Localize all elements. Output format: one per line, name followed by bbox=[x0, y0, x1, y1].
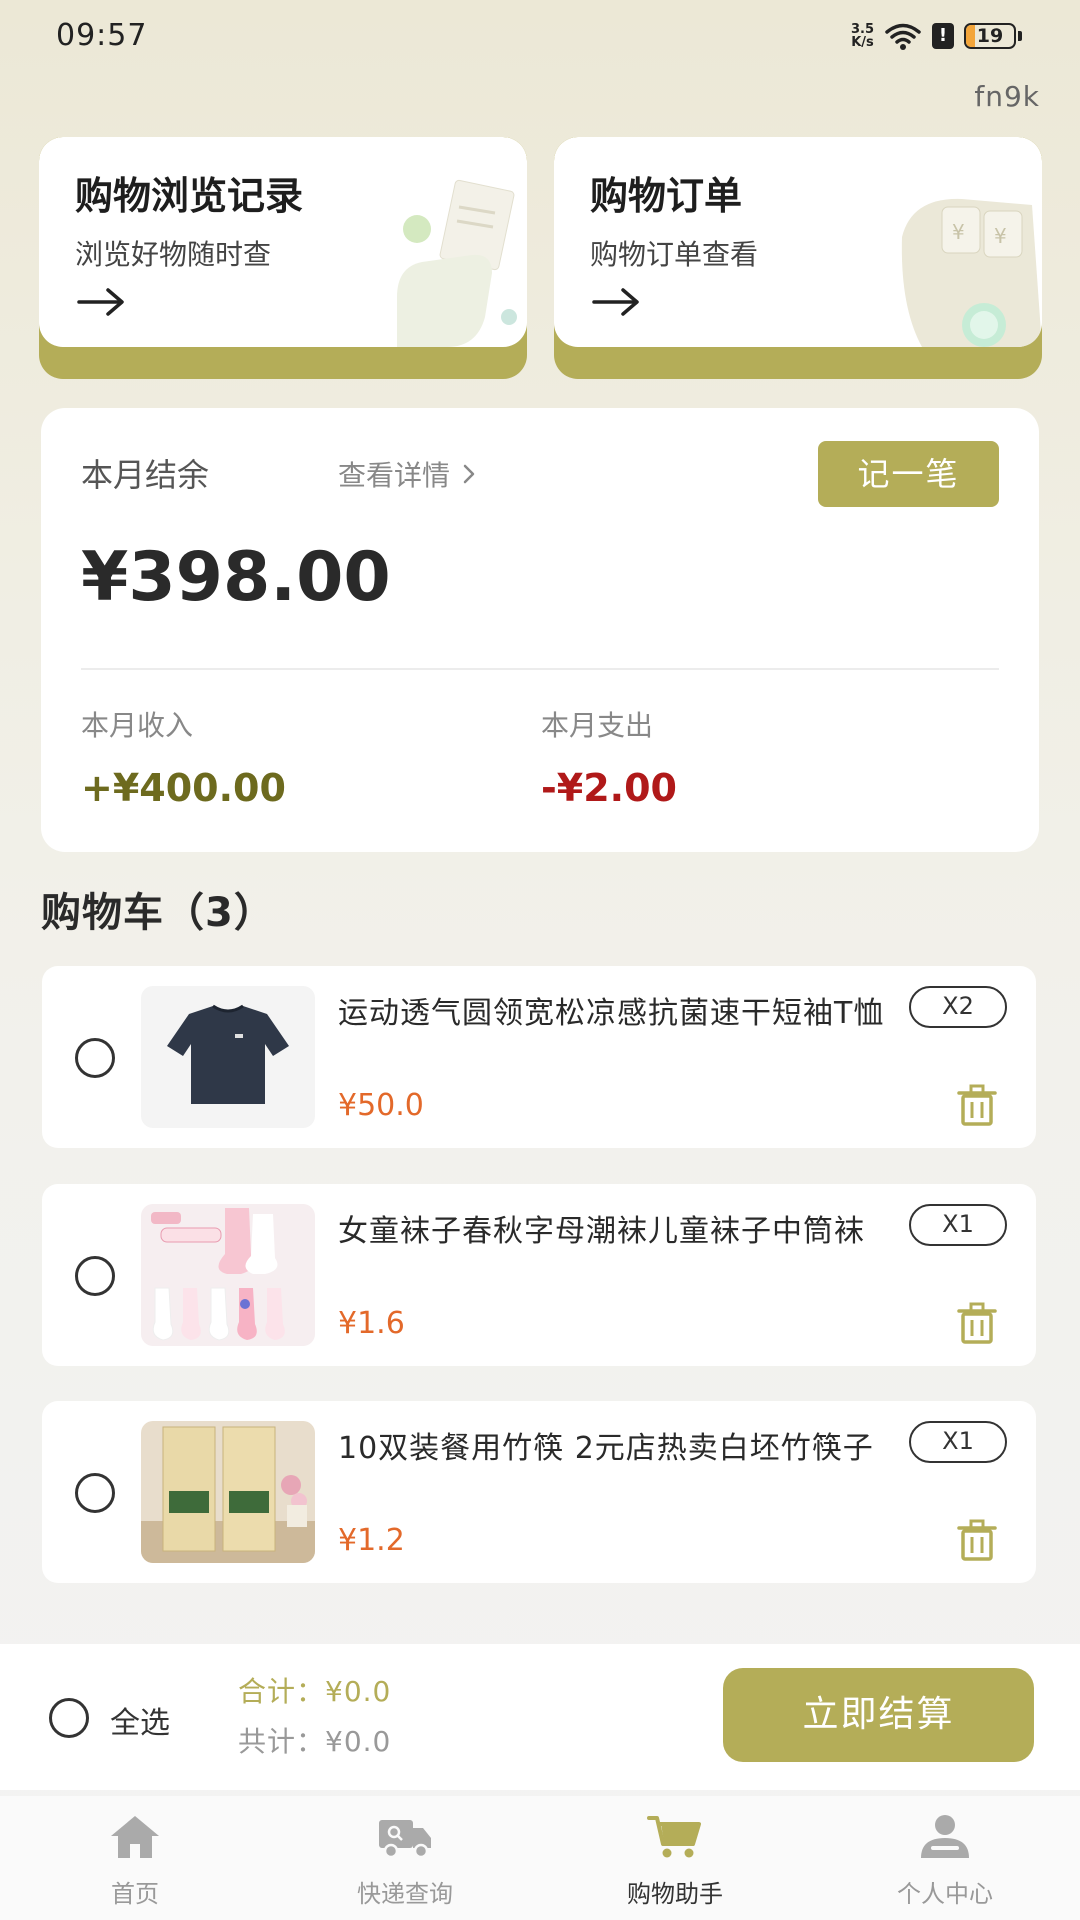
tab-express-query[interactable]: 快递查询 bbox=[270, 1796, 540, 1920]
trash-icon[interactable] bbox=[957, 1302, 997, 1344]
view-details-link[interactable]: 查看详情 bbox=[338, 454, 476, 494]
orders-card[interactable]: ¥ ¥ 购物订单 购物订单查看 bbox=[554, 137, 1042, 379]
expense-label: 本月支出 bbox=[541, 709, 654, 742]
wifi-icon bbox=[885, 23, 921, 50]
product-image-socks[interactable] bbox=[141, 1204, 315, 1346]
item-select-radio[interactable] bbox=[75, 1256, 115, 1296]
select-all-radio[interactable] bbox=[49, 1698, 89, 1738]
item-quantity-badge: X2 bbox=[909, 986, 1007, 1028]
cart-item[interactable]: 10双装餐用竹筷 2元店热卖白坯竹筷子 X1 ¥1.2 bbox=[42, 1401, 1036, 1583]
status-time: 09:57 bbox=[56, 18, 148, 53]
select-all-label[interactable]: 全选 bbox=[110, 1698, 170, 1742]
item-select-radio[interactable] bbox=[75, 1473, 115, 1513]
item-select-radio[interactable] bbox=[75, 1038, 115, 1078]
monthly-balance-card: 本月结余 查看详情 记一笔 ¥398.00 本月收入 本月支出 +¥400.00… bbox=[41, 408, 1039, 852]
item-quantity-badge: X1 bbox=[909, 1421, 1007, 1463]
tab-label: 个人中心 bbox=[897, 1880, 993, 1908]
orders-subtitle: 购物订单查看 bbox=[590, 238, 759, 271]
item-price: ¥50.0 bbox=[338, 1088, 424, 1123]
record-entry-button[interactable]: 记一笔 bbox=[818, 441, 999, 507]
alert-icon: ! bbox=[932, 23, 954, 49]
income-value: +¥400.00 bbox=[81, 766, 286, 810]
orders-title: 购物订单 bbox=[590, 174, 743, 218]
status-bar: 09:57 3.5 K/s ! 19 bbox=[0, 0, 1080, 72]
tab-label: 首页 bbox=[111, 1880, 159, 1908]
wallet-illustration: ¥ ¥ bbox=[901, 198, 1042, 347]
expense-value: -¥2.00 bbox=[541, 766, 677, 810]
tab-personal-center[interactable]: 个人中心 bbox=[810, 1796, 1080, 1920]
item-name: 运动透气圆领宽松凉感抗菌速干短袖T恤 bbox=[338, 996, 885, 1031]
sum-text: 合计：¥0.0 bbox=[238, 1675, 392, 1708]
network-speed: 3.5 K/s bbox=[850, 22, 874, 50]
arrow-right-icon bbox=[77, 288, 124, 316]
total-text: 共计：¥0.0 bbox=[238, 1725, 392, 1758]
browse-history-subtitle: 浏览好物随时查 bbox=[75, 238, 272, 271]
tab-home[interactable]: 首页 bbox=[0, 1796, 270, 1920]
trash-icon[interactable] bbox=[957, 1519, 997, 1561]
product-image-chopsticks[interactable] bbox=[141, 1421, 315, 1563]
tab-label: 购物助手 bbox=[627, 1880, 723, 1908]
balance-label: 本月结余 bbox=[81, 456, 210, 494]
divider bbox=[81, 668, 999, 670]
item-price: ¥1.2 bbox=[338, 1523, 405, 1558]
checkout-bar: 全选 合计：¥0.0 共计：¥0.0 立即结算 bbox=[0, 1644, 1080, 1790]
browse-history-card[interactable]: 购物浏览记录 浏览好物随时查 bbox=[39, 137, 527, 379]
item-name: 女童袜子春秋字母潮袜儿童袜子中筒袜 bbox=[338, 1214, 865, 1249]
watermark: fn9k bbox=[974, 80, 1040, 113]
item-quantity-badge: X1 bbox=[909, 1204, 1007, 1246]
tab-label: 快递查询 bbox=[357, 1880, 453, 1908]
cart-icon bbox=[647, 1816, 701, 1858]
status-icons: 3.5 K/s ! 19 bbox=[851, 18, 1022, 54]
receipt-hand-illustration bbox=[397, 179, 517, 347]
item-name: 10双装餐用竹筷 2元店热卖白坯竹筷子 bbox=[338, 1431, 874, 1466]
chevron-right-icon bbox=[463, 464, 475, 484]
user-icon bbox=[921, 1815, 969, 1858]
truck-icon bbox=[379, 1820, 431, 1859]
item-price: ¥1.6 bbox=[338, 1306, 405, 1341]
svg-text:¥: ¥ bbox=[952, 220, 965, 244]
trash-icon[interactable] bbox=[957, 1084, 997, 1126]
bottom-tab-bar: 首页 快递查询 购物助手 个人中心 bbox=[0, 1796, 1080, 1920]
checkout-button[interactable]: 立即结算 bbox=[723, 1668, 1034, 1762]
balance-amount: ¥398.00 bbox=[81, 538, 391, 617]
cart-item[interactable]: 运动透气圆领宽松凉感抗菌速干短袖T恤 X2 ¥50.0 bbox=[42, 966, 1036, 1148]
arrow-right-icon bbox=[592, 288, 639, 316]
income-label: 本月收入 bbox=[81, 709, 194, 742]
battery-icon: 19 bbox=[964, 23, 1022, 49]
home-icon bbox=[111, 1816, 159, 1858]
svg-text:¥: ¥ bbox=[994, 224, 1007, 248]
browse-history-title: 购物浏览记录 bbox=[75, 174, 304, 218]
cart-title: 购物车（3） bbox=[41, 890, 275, 936]
cart-item[interactable]: 女童袜子春秋字母潮袜儿童袜子中筒袜 X1 ¥1.6 bbox=[42, 1184, 1036, 1366]
tab-shopping-assistant[interactable]: 购物助手 bbox=[540, 1796, 810, 1920]
product-image-tshirt[interactable] bbox=[141, 986, 315, 1128]
